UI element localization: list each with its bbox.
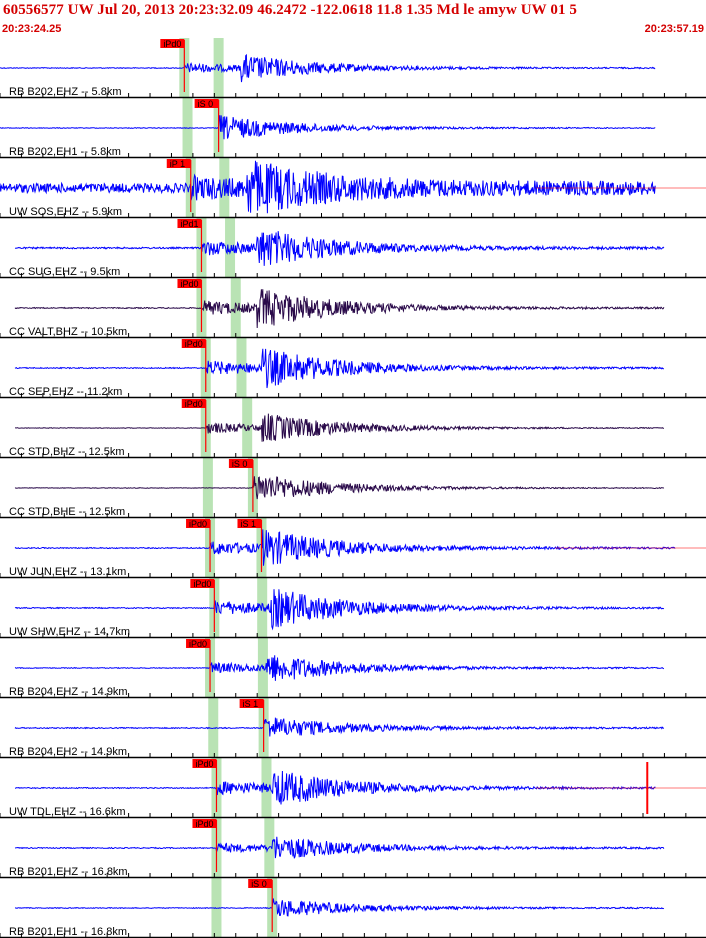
pick-label: iS 1 bbox=[240, 519, 256, 529]
pick-label: iPd0 bbox=[189, 639, 207, 649]
pick-label: iPd0 bbox=[195, 759, 213, 769]
station-label: UW SHW,EHZ -- 14.7km bbox=[9, 626, 130, 638]
pick-label: iPd1 bbox=[180, 219, 198, 229]
station-label: RB B201,EHZ -- 16.8km bbox=[9, 866, 128, 878]
station-label: UW TDL,EHZ -- 16.6km bbox=[9, 806, 126, 818]
waveform bbox=[14, 717, 665, 737]
pick-label: iS 0 bbox=[232, 459, 248, 469]
waveform bbox=[14, 589, 665, 631]
trace-row: iS 0 RB B202,EH1 -- 5.8km bbox=[0, 99, 706, 159]
pick-label: iS 0 bbox=[198, 99, 214, 109]
station-label: RB B202,EHZ -- 5.8km bbox=[9, 86, 121, 98]
waveform bbox=[0, 53, 656, 83]
trace-row: iPd0 CC SEP,EHZ -- 11.2km bbox=[0, 339, 706, 399]
trace-row: iPd0 RB B204,EHZ -- 14.9km bbox=[0, 639, 706, 699]
trace-row: iPd0 RB B202,EHZ -- 5.8km bbox=[0, 39, 706, 99]
station-label: CC SUG,EHZ -- 9.5km bbox=[9, 266, 120, 278]
pick-label: iP 1 bbox=[170, 159, 185, 169]
station-label: RB B202,EH1 -- 5.8km bbox=[9, 146, 121, 158]
pick-label: iS 1 bbox=[243, 699, 259, 709]
waveform bbox=[15, 413, 664, 442]
pick-label: iPd0 bbox=[163, 39, 181, 49]
station-label: UW SOS,EHZ -- 5.9km bbox=[9, 206, 122, 218]
waveform bbox=[0, 115, 656, 140]
pick-label: iPd0 bbox=[193, 579, 211, 589]
trace-row: iP 1 UW SOS,EHZ -- 5.9km bbox=[0, 159, 706, 219]
pick-label: iPd0 bbox=[185, 399, 203, 409]
pick-label: iPd0 bbox=[180, 279, 198, 289]
waveform bbox=[14, 348, 664, 389]
pick-label: iPd0 bbox=[189, 519, 207, 529]
waveform bbox=[14, 836, 665, 859]
trace-row: iPd0 CC VALT,BHZ -- 10.5km bbox=[0, 279, 706, 339]
waveform bbox=[14, 289, 665, 329]
trace-row: iPd0 RB B201,EHZ -- 16.8km bbox=[0, 819, 706, 879]
station-label: CC STD,BHZ -- 12.5km bbox=[9, 446, 125, 458]
station-label: RB B204,EHZ -- 14.9km bbox=[9, 686, 128, 698]
trace-row: iPd0 UW SHW,EHZ -- 14.7km bbox=[0, 579, 706, 639]
station-label: RB B204,EH2 -- 14.9km bbox=[9, 746, 127, 758]
trace-row: iPd1 CC SUG,EHZ -- 9.5km bbox=[0, 219, 706, 279]
trace-row: iPd0 UW TDL,EHZ -- 16.6km bbox=[0, 759, 706, 819]
trace-row: iPd0 CC STD,BHZ -- 12.5km bbox=[0, 399, 706, 459]
seismogram-panel: iPd0 RB B202,EHZ -- 5.8km iS 0 RB B202,EH1 … bbox=[0, 38, 706, 938]
station-label: CC VALT,BHZ -- 10.5km bbox=[9, 326, 127, 338]
waveform bbox=[14, 529, 676, 566]
pick-label: iPd0 bbox=[195, 819, 213, 829]
trace-row: iS 1 RB B204,EH2 -- 14.9km bbox=[0, 699, 706, 759]
pick-label: iPd0 bbox=[185, 339, 203, 349]
pick-label: iS 0 bbox=[251, 879, 267, 889]
station-label: RB B201,EH1 -- 16.8km bbox=[9, 926, 127, 938]
station-label: UW JUN,EHZ -- 13.1km bbox=[9, 566, 126, 578]
trace-row: iS 0 RB B201,EH1 -- 16.8km bbox=[0, 879, 706, 938]
station-label: CC STD,BHE -- 12.5km bbox=[9, 506, 125, 518]
station-label: CC SEP,EHZ -- 11.2km bbox=[9, 386, 122, 398]
waveform bbox=[14, 898, 665, 917]
trace-rows: iPd0 RB B202,EHZ -- 5.8km iS 0 RB B202,EH1 … bbox=[0, 39, 706, 938]
waveform bbox=[14, 231, 665, 266]
trace-row: iS 0 CC STD,BHE -- 12.5km bbox=[0, 459, 706, 519]
trace-row: iPd0 iS 1 UW JUN,EHZ -- 13.1km bbox=[0, 519, 706, 579]
waveform bbox=[14, 476, 665, 500]
waveform bbox=[14, 655, 664, 681]
